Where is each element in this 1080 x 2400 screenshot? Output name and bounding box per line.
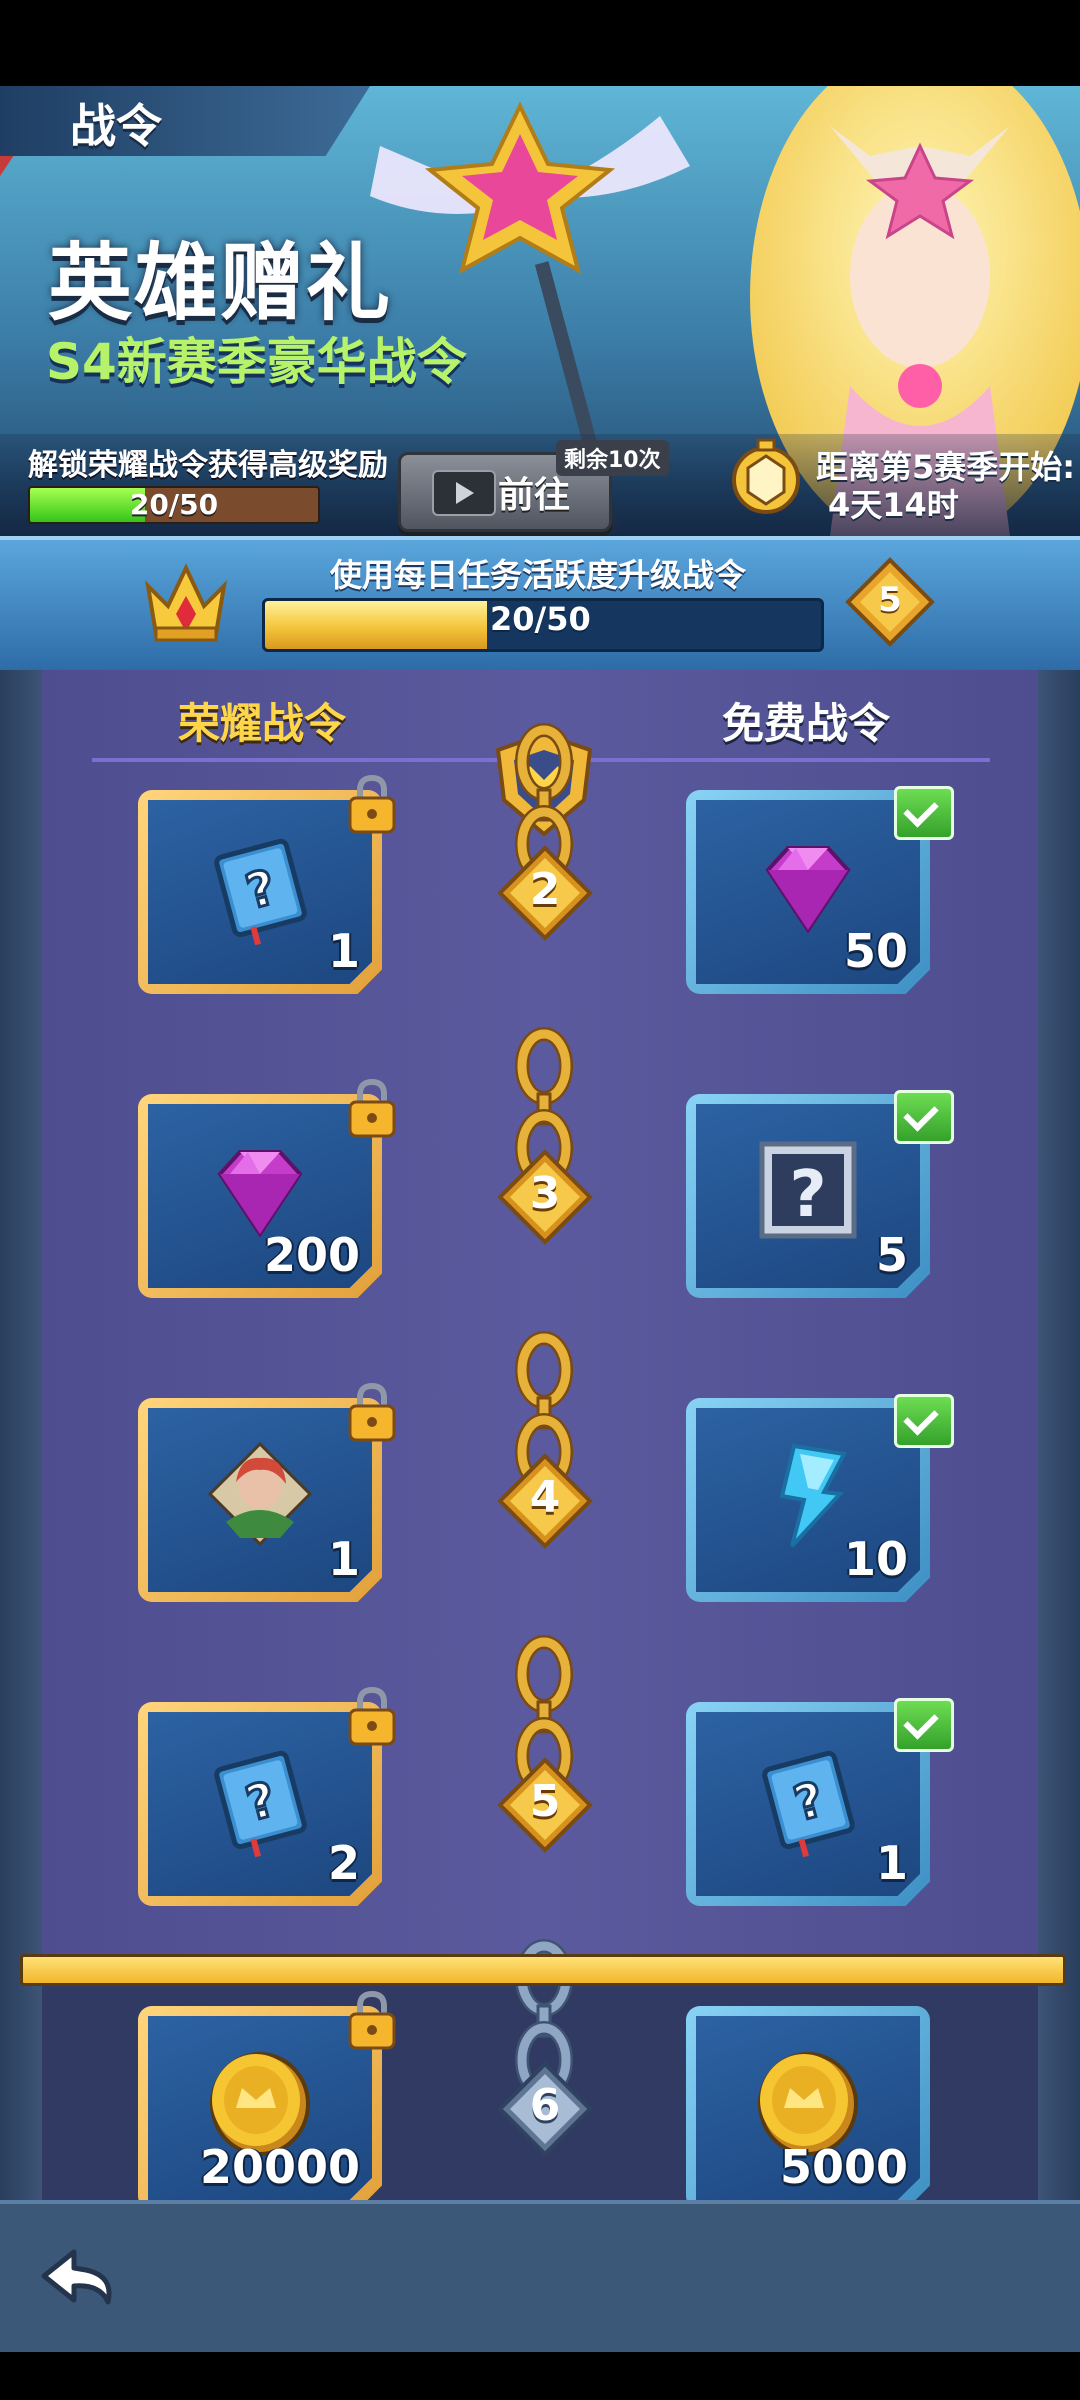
stopwatch-icon bbox=[732, 438, 800, 514]
reward-quantity: 2 bbox=[327, 1836, 360, 1890]
unlock-progress-bar: 20/50 bbox=[28, 486, 320, 524]
system-nav-bar bbox=[0, 2352, 1080, 2400]
reward-quantity: 200 bbox=[263, 1228, 360, 1282]
bottom-bar bbox=[0, 2200, 1080, 2356]
lock-icon bbox=[346, 1380, 398, 1444]
skill-book-icon: ? bbox=[200, 1738, 320, 1858]
video-ad-icon bbox=[432, 470, 496, 516]
reward-quantity: 5000 bbox=[779, 2140, 908, 2194]
page-title: 战令 bbox=[70, 99, 162, 153]
reward-quantity: 20000 bbox=[199, 2140, 360, 2194]
claimed-check-icon bbox=[894, 1394, 954, 1448]
glory-column-header: 荣耀战令 bbox=[178, 699, 347, 748]
season-countdown: 距离第5赛季开始: 4天14时 bbox=[816, 448, 1075, 524]
season-countdown-time: 4天14时 bbox=[828, 486, 959, 524]
unlock-progress-text: 20/50 bbox=[129, 488, 219, 521]
hero-title: 英雄赠礼 bbox=[48, 234, 393, 332]
claimed-check-icon bbox=[894, 1698, 954, 1752]
season-countdown-label: 距离第5赛季开始: bbox=[816, 448, 1076, 486]
premium-tier-divider bbox=[20, 1954, 1066, 1986]
skill-book-icon: ? bbox=[200, 826, 320, 946]
progress-fill bbox=[265, 601, 488, 649]
reward-quantity: 1 bbox=[327, 1532, 360, 1586]
skill-book-icon: ? bbox=[748, 1738, 868, 1858]
level-number: 4 bbox=[529, 1472, 561, 1523]
lock-icon bbox=[346, 1988, 398, 2052]
reward-quantity: 1 bbox=[327, 924, 360, 978]
crown-icon bbox=[145, 563, 227, 642]
reward-quantity: 1 bbox=[875, 1836, 908, 1890]
free-reward-card[interactable]: 5000 bbox=[686, 2006, 930, 2210]
hero-subtitle: S4新赛季豪华战令 bbox=[46, 333, 467, 391]
reward-quantity: 5 bbox=[875, 1228, 908, 1282]
progress-description: 使用每日任务活跃度升级战令 bbox=[330, 556, 747, 594]
level-number: 5 bbox=[529, 1776, 561, 1827]
claimed-check-icon bbox=[894, 786, 954, 840]
progress-value: 20/50 bbox=[490, 600, 591, 638]
hero-fragment-icon bbox=[200, 1434, 320, 1554]
reward-quantity: 50 bbox=[843, 924, 908, 978]
goto-remaining-count: 剩余10次 bbox=[556, 440, 669, 476]
lock-icon bbox=[346, 1076, 398, 1140]
level-number: 3 bbox=[529, 1168, 561, 1219]
svg-text:?: ? bbox=[789, 1158, 826, 1232]
back-arrow-icon[interactable] bbox=[38, 2246, 124, 2320]
title-tab bbox=[0, 86, 370, 156]
reward-quantity: 10 bbox=[843, 1532, 908, 1586]
current-level: 5 bbox=[878, 580, 902, 620]
free-column-header: 免费战令 bbox=[722, 699, 891, 748]
mystery-card-icon: ? bbox=[748, 1130, 868, 1250]
lock-icon bbox=[346, 1684, 398, 1748]
level-number: 2 bbox=[529, 864, 561, 915]
claimed-check-icon bbox=[894, 1090, 954, 1144]
level-number: 6 bbox=[529, 2080, 561, 2131]
lock-icon bbox=[346, 772, 398, 836]
unlock-text: 解锁荣耀战令获得高级奖励 bbox=[28, 448, 388, 483]
